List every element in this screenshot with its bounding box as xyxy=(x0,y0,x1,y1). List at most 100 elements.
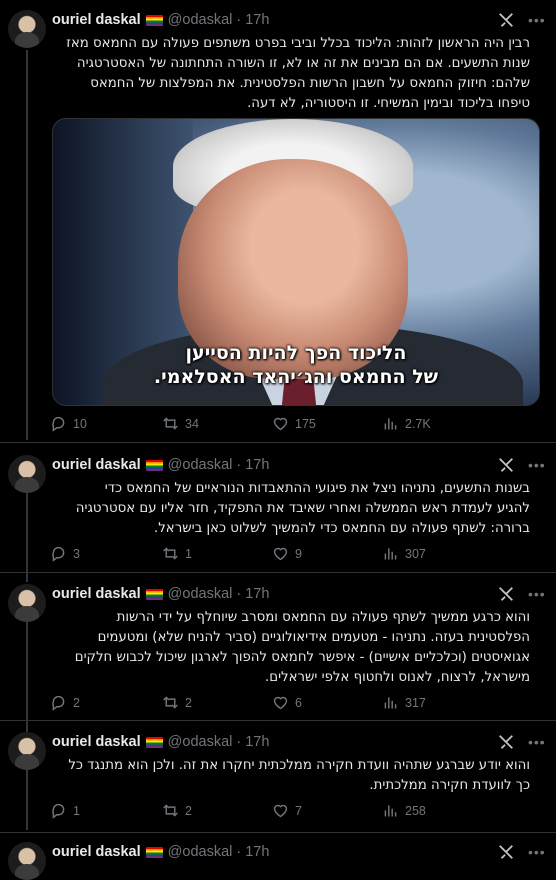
grok-icon[interactable] xyxy=(497,585,515,603)
tweet-line: מישראל, לרצוח, לאנוס ולחטוף אלפי ישראלים… xyxy=(265,670,530,685)
avatar[interactable] xyxy=(8,842,46,880)
retweet-button[interactable]: 2 xyxy=(162,694,192,711)
author-handle[interactable]: @odaskal xyxy=(168,586,233,602)
avatar[interactable] xyxy=(8,732,46,770)
reply-button[interactable]: 2 xyxy=(50,694,80,711)
grok-icon[interactable] xyxy=(497,733,515,751)
tweet-actions: 3 1 9 307 xyxy=(50,545,550,565)
views-icon xyxy=(384,548,397,560)
tweet-header: ouriel daskal @odaskal · 17h xyxy=(52,842,269,862)
grok-icon[interactable] xyxy=(497,11,515,29)
grok-icon[interactable] xyxy=(497,456,515,474)
reply-count: 10 xyxy=(73,416,87,431)
views-icon xyxy=(384,697,397,709)
avatar[interactable] xyxy=(8,584,46,622)
tweet[interactable]: ouriel daskal @odaskal · 17h ••• xyxy=(0,842,556,880)
like-button[interactable]: 7 xyxy=(272,802,302,819)
reply-button[interactable]: 1 xyxy=(50,802,80,819)
views-icon xyxy=(384,805,397,817)
retweet-icon xyxy=(163,804,178,817)
rainbow-flag-icon xyxy=(145,588,163,600)
tweet-line: שלהם: חיזוק החמאס על חשבון הרשות הפלסטינ… xyxy=(90,76,530,91)
like-count: 9 xyxy=(295,546,302,561)
divider xyxy=(0,720,556,721)
reply-icon xyxy=(52,695,65,711)
tweet-line: הפלסטינית בעזה. נתניהו - מטעמים אידיאולו… xyxy=(97,630,530,645)
like-icon xyxy=(273,417,288,431)
timestamp[interactable]: 17h xyxy=(245,586,269,602)
rainbow-flag-icon xyxy=(145,459,163,471)
author-name[interactable]: ouriel daskal xyxy=(52,457,141,473)
views-count: 2.7K xyxy=(405,416,431,431)
tweet-line: אגואיסטים (וכלכליים אישיים) - איפשר לחמא… xyxy=(74,650,530,665)
views-button[interactable]: 2.7K xyxy=(382,415,431,432)
like-count: 7 xyxy=(295,803,302,818)
like-button[interactable]: 175 xyxy=(272,415,316,432)
tweet-text: בשנות התשעים, נתניהו ניצל את פיגועי ההתא… xyxy=(50,479,530,539)
reply-icon xyxy=(52,546,65,562)
reply-button[interactable]: 10 xyxy=(50,415,87,432)
like-icon xyxy=(273,547,288,561)
tweet-text: רבין היה הראשון לזהות: הליכוד בכלל וביבי… xyxy=(50,34,530,114)
like-count: 175 xyxy=(295,416,316,431)
retweet-button[interactable]: 2 xyxy=(162,802,192,819)
author-handle[interactable]: @odaskal xyxy=(168,457,233,473)
tweet-actions: 2 2 6 317 xyxy=(50,694,550,714)
tweet[interactable]: ouriel daskal @odaskal · 17h ••• והוא כר… xyxy=(0,584,556,719)
more-icon[interactable]: ••• xyxy=(528,586,546,602)
retweet-icon xyxy=(163,696,178,709)
author-handle[interactable]: @odaskal xyxy=(168,734,233,750)
more-icon[interactable]: ••• xyxy=(528,457,546,473)
tweet[interactable]: ouriel daskal @odaskal · 17h ••• והוא יו… xyxy=(0,732,556,827)
tweet-header: ouriel daskal @odaskal · 17h xyxy=(52,732,269,752)
retweet-button[interactable]: 1 xyxy=(162,545,192,562)
retweet-button[interactable]: 34 xyxy=(162,415,199,432)
views-count: 317 xyxy=(405,695,426,710)
like-button[interactable]: 9 xyxy=(272,545,302,562)
author-name[interactable]: ouriel daskal xyxy=(52,586,141,602)
tweet-actions: 1 2 7 258 xyxy=(50,802,550,822)
retweet-count: 34 xyxy=(185,416,199,431)
retweet-icon xyxy=(163,547,178,560)
subtitle-line: הליכוד הפך להיות הסייען xyxy=(185,342,407,364)
author-name[interactable]: ouriel daskal xyxy=(52,734,141,750)
timestamp[interactable]: 17h xyxy=(245,734,269,750)
tweet[interactable]: ouriel daskal @odaskal · 17h ••• רבין הי… xyxy=(0,10,556,440)
more-icon[interactable]: ••• xyxy=(528,12,546,28)
reply-count: 2 xyxy=(73,695,80,710)
timestamp[interactable]: 17h xyxy=(245,12,269,28)
tweet-line: ברורה: לשתף פעולה עם החמאס כדי להמשיך לש… xyxy=(154,521,530,536)
like-button[interactable]: 6 xyxy=(272,694,302,711)
tweet-video[interactable]: הליכוד הפך להיות הסייען של החמאס והג׳יהא… xyxy=(52,118,540,406)
tweet-line: כך לוועדת חקירה ממלכתית. xyxy=(369,778,530,793)
more-icon[interactable]: ••• xyxy=(528,844,546,860)
tweet-line: שנות התשעים. אם הם מבינים את זה או לא, ז… xyxy=(76,56,530,71)
author-name[interactable]: ouriel daskal xyxy=(52,844,141,860)
grok-icon[interactable] xyxy=(497,843,515,861)
tweet-header: ouriel daskal @odaskal · 17h xyxy=(52,455,269,475)
divider xyxy=(0,442,556,443)
author-name[interactable]: ouriel daskal xyxy=(52,12,141,28)
timestamp[interactable]: 17h xyxy=(245,844,269,860)
views-button[interactable]: 317 xyxy=(382,694,426,711)
retweet-count: 2 xyxy=(185,803,192,818)
views-button[interactable]: 307 xyxy=(382,545,426,562)
retweet-count: 1 xyxy=(185,546,192,561)
like-icon xyxy=(273,696,288,710)
divider xyxy=(0,832,556,833)
timestamp[interactable]: 17h xyxy=(245,457,269,473)
separator-dot: · xyxy=(236,586,242,602)
avatar[interactable] xyxy=(8,10,46,48)
tweet[interactable]: ouriel daskal @odaskal · 17h ••• בשנות ה… xyxy=(0,455,556,585)
reply-count: 1 xyxy=(73,803,80,818)
author-handle[interactable]: @odaskal xyxy=(168,844,233,860)
video-subtitle: הליכוד הפך להיות הסייען של החמאס והג׳יהא… xyxy=(53,341,539,389)
author-handle[interactable]: @odaskal xyxy=(168,12,233,28)
divider xyxy=(0,572,556,573)
tweet-line: רבין היה הראשון לזהות: הליכוד בכלל וביבי… xyxy=(66,36,530,51)
reply-button[interactable]: 3 xyxy=(50,545,80,562)
views-count: 258 xyxy=(405,803,426,818)
views-button[interactable]: 258 xyxy=(382,802,426,819)
avatar[interactable] xyxy=(8,455,46,493)
more-icon[interactable]: ••• xyxy=(528,734,546,750)
